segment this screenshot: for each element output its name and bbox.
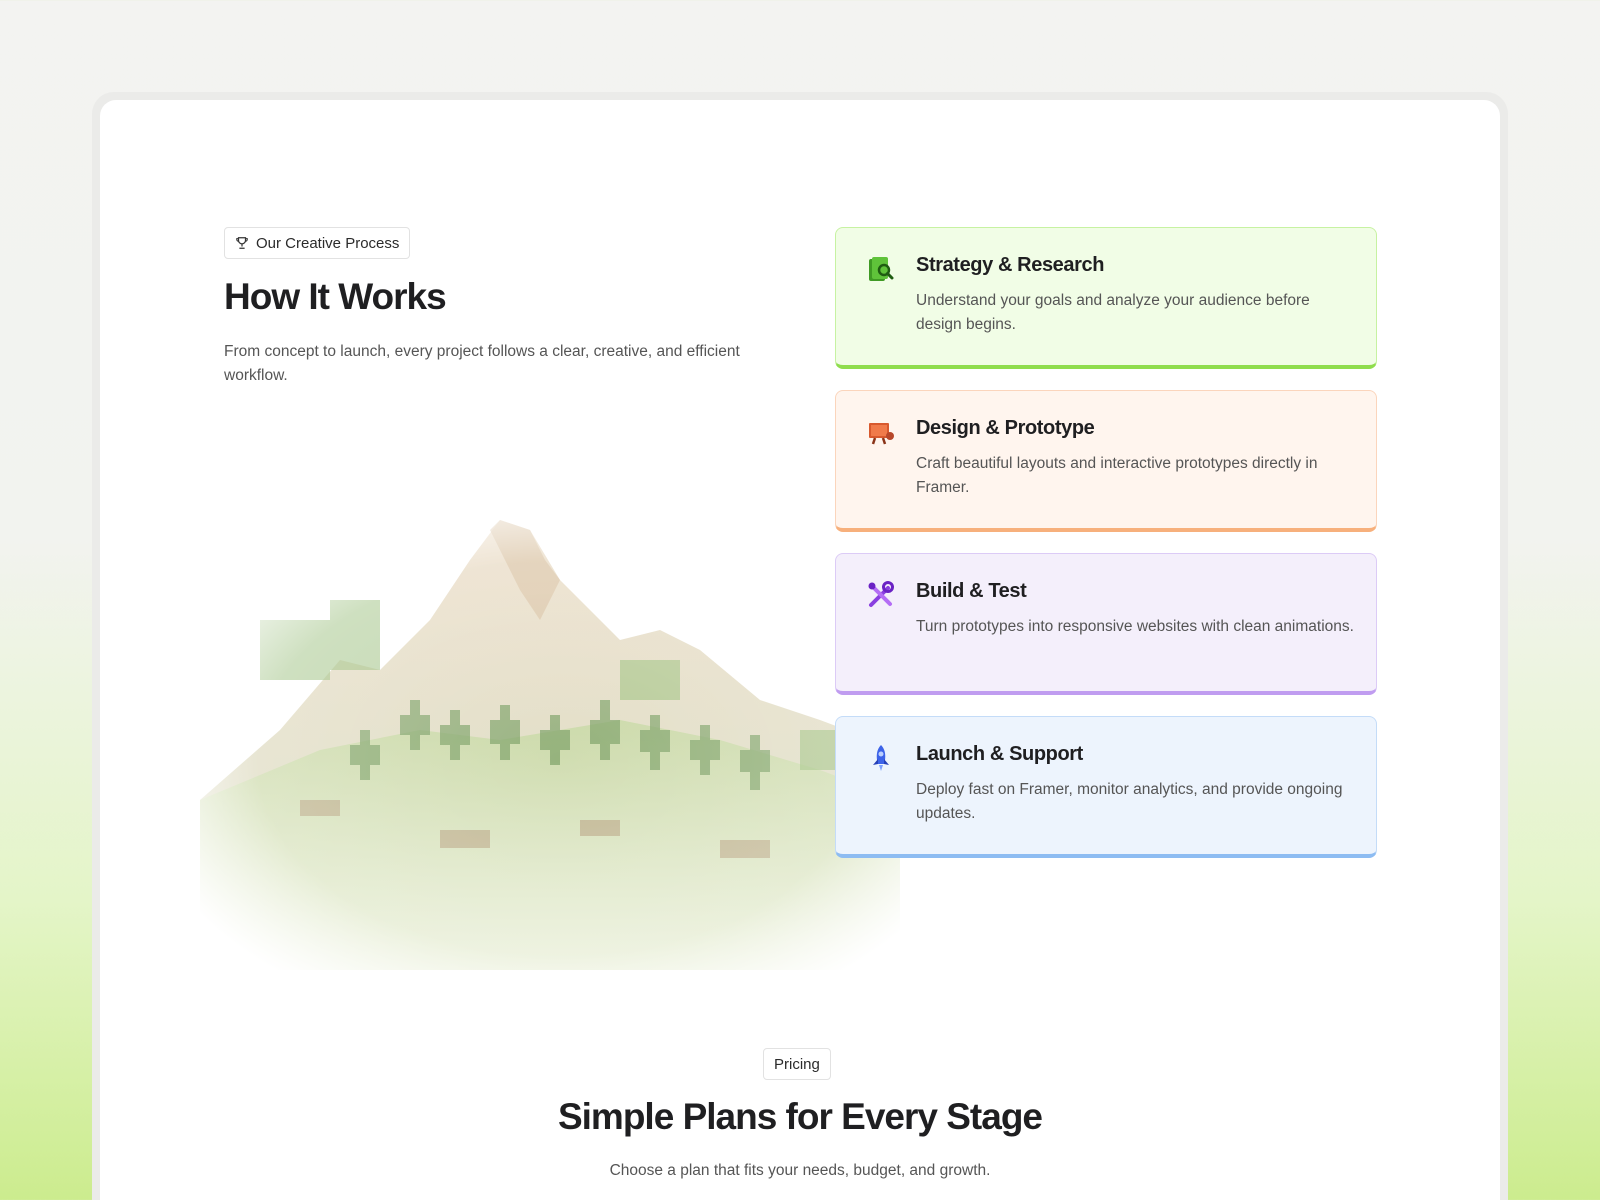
section-title: How It Works bbox=[224, 276, 447, 317]
page-surface: Our Creative Process How It Works From c… bbox=[100, 100, 1500, 1200]
trophy-icon bbox=[236, 237, 248, 249]
step-description: Understand your goals and analyze your a… bbox=[916, 292, 1310, 333]
research-book-icon bbox=[869, 257, 894, 281]
step-description: Deploy fast on Framer, monitor analytics… bbox=[916, 781, 1343, 822]
section-subtitle: From concept to launch, every project fo… bbox=[224, 343, 740, 384]
step-card-strategy: Strategy & Research Understand your goal… bbox=[835, 227, 1377, 369]
step-title: Design & Prototype bbox=[916, 417, 1095, 439]
step-card-design: Design & Prototype Craft beautiful layou… bbox=[835, 390, 1377, 532]
step-title: Build & Test bbox=[916, 580, 1027, 602]
step-card-launch: Launch & Support Deploy fast on Framer, … bbox=[835, 716, 1377, 858]
step-description: Craft beautiful layouts and interactive … bbox=[916, 455, 1318, 496]
voxel-landscape-illustration bbox=[200, 500, 920, 970]
pricing-badge-label: Pricing bbox=[774, 1055, 820, 1073]
step-title: Strategy & Research bbox=[916, 254, 1105, 276]
design-board-icon bbox=[869, 423, 894, 445]
pricing-title: Simple Plans for Every Stage bbox=[557, 1096, 1043, 1137]
step-description: Turn prototypes into responsive websites… bbox=[916, 618, 1354, 635]
step-card-build: Build & Test Turn prototypes into respon… bbox=[835, 553, 1377, 695]
step-title: Launch & Support bbox=[916, 743, 1083, 765]
pricing-badge: Pricing bbox=[763, 1048, 831, 1080]
pricing-subtitle: Choose a plan that fits your needs, budg… bbox=[609, 1162, 991, 1179]
tools-icon bbox=[868, 581, 894, 607]
process-badge-label: Our Creative Process bbox=[256, 234, 400, 252]
rocket-icon bbox=[873, 745, 889, 771]
process-badge: Our Creative Process bbox=[224, 227, 411, 259]
